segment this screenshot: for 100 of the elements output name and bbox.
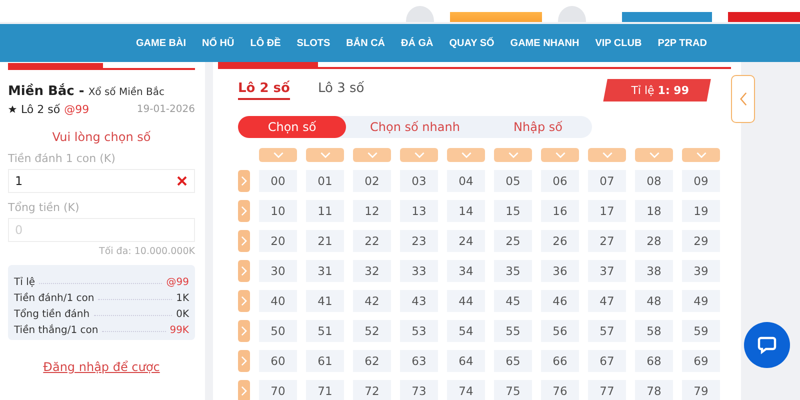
nav-link[interactable]: LÔ ĐỀ <box>250 38 281 48</box>
nav-link[interactable]: GAME BÀI <box>136 38 186 48</box>
number-cell[interactable]: 13 <box>400 200 438 222</box>
number-cell[interactable]: 69 <box>682 350 720 372</box>
row-select-button[interactable] <box>238 320 250 342</box>
tab[interactable]: Lô 3 số <box>318 80 364 100</box>
number-cell[interactable]: 18 <box>635 200 673 222</box>
number-cell[interactable]: 76 <box>541 380 579 400</box>
number-cell[interactable]: 49 <box>682 290 720 312</box>
number-cell[interactable]: 29 <box>682 230 720 252</box>
number-cell[interactable]: 32 <box>353 260 391 282</box>
column-select-button[interactable] <box>259 148 297 162</box>
clear-icon[interactable] <box>177 176 187 186</box>
stake-field[interactable]: 1 <box>8 169 195 193</box>
number-cell[interactable]: 50 <box>259 320 297 342</box>
number-cell[interactable]: 39 <box>682 260 720 282</box>
number-cell[interactable]: 31 <box>306 260 344 282</box>
number-cell[interactable]: 11 <box>306 200 344 222</box>
row-select-button[interactable] <box>238 200 250 222</box>
column-select-button[interactable] <box>541 148 579 162</box>
number-cell[interactable]: 59 <box>682 320 720 342</box>
number-cell[interactable]: 30 <box>259 260 297 282</box>
number-cell[interactable]: 53 <box>400 320 438 342</box>
mode-tab[interactable]: Chọn số <box>238 116 346 138</box>
number-cell[interactable]: 51 <box>306 320 344 342</box>
number-cell[interactable]: 64 <box>447 350 485 372</box>
number-cell[interactable]: 26 <box>541 230 579 252</box>
number-cell[interactable]: 33 <box>400 260 438 282</box>
number-cell[interactable]: 25 <box>494 230 532 252</box>
number-cell[interactable]: 16 <box>541 200 579 222</box>
number-cell[interactable]: 24 <box>447 230 485 252</box>
number-cell[interactable]: 07 <box>588 170 626 192</box>
number-cell[interactable]: 02 <box>353 170 391 192</box>
nav-link[interactable]: VIP CLUB <box>595 38 642 48</box>
number-cell[interactable]: 63 <box>400 350 438 372</box>
number-cell[interactable]: 10 <box>259 200 297 222</box>
tab[interactable]: Lô 2 số <box>238 80 290 100</box>
number-cell[interactable]: 60 <box>259 350 297 372</box>
number-cell[interactable]: 45 <box>494 290 532 312</box>
chat-button[interactable] <box>744 322 790 368</box>
number-cell[interactable]: 44 <box>447 290 485 312</box>
number-cell[interactable]: 28 <box>635 230 673 252</box>
mode-tab[interactable]: Nhập số <box>484 116 592 138</box>
number-cell[interactable]: 12 <box>353 200 391 222</box>
number-cell[interactable]: 55 <box>494 320 532 342</box>
number-cell[interactable]: 06 <box>541 170 579 192</box>
number-cell[interactable]: 61 <box>306 350 344 372</box>
number-cell[interactable]: 14 <box>447 200 485 222</box>
nav-link[interactable]: SLOTS <box>296 38 330 48</box>
number-cell[interactable]: 70 <box>259 380 297 400</box>
number-cell[interactable]: 03 <box>400 170 438 192</box>
number-cell[interactable]: 72 <box>353 380 391 400</box>
row-select-button[interactable] <box>238 350 250 372</box>
number-cell[interactable]: 78 <box>635 380 673 400</box>
number-cell[interactable]: 36 <box>541 260 579 282</box>
number-cell[interactable]: 08 <box>635 170 673 192</box>
row-select-button[interactable] <box>238 230 250 252</box>
number-cell[interactable]: 54 <box>447 320 485 342</box>
number-cell[interactable]: 67 <box>588 350 626 372</box>
number-cell[interactable]: 41 <box>306 290 344 312</box>
number-cell[interactable]: 74 <box>447 380 485 400</box>
number-cell[interactable]: 73 <box>400 380 438 400</box>
number-cell[interactable]: 42 <box>353 290 391 312</box>
number-cell[interactable]: 46 <box>541 290 579 312</box>
number-cell[interactable]: 66 <box>541 350 579 372</box>
number-cell[interactable]: 77 <box>588 380 626 400</box>
number-cell[interactable]: 75 <box>494 380 532 400</box>
number-cell[interactable]: 35 <box>494 260 532 282</box>
number-cell[interactable]: 09 <box>682 170 720 192</box>
number-cell[interactable]: 56 <box>541 320 579 342</box>
number-cell[interactable]: 68 <box>635 350 673 372</box>
number-cell[interactable]: 48 <box>635 290 673 312</box>
row-select-button[interactable] <box>238 260 250 282</box>
number-cell[interactable]: 04 <box>447 170 485 192</box>
nav-link[interactable]: BẮN CÁ <box>346 38 386 48</box>
login-link[interactable]: Đăng nhập để cược <box>43 360 160 374</box>
column-select-button[interactable] <box>306 148 344 162</box>
number-cell[interactable]: 38 <box>635 260 673 282</box>
number-cell[interactable]: 19 <box>682 200 720 222</box>
number-cell[interactable]: 52 <box>353 320 391 342</box>
column-select-button[interactable] <box>353 148 391 162</box>
number-cell[interactable]: 27 <box>588 230 626 252</box>
number-cell[interactable]: 57 <box>588 320 626 342</box>
number-cell[interactable]: 34 <box>447 260 485 282</box>
number-cell[interactable]: 40 <box>259 290 297 312</box>
number-cell[interactable]: 62 <box>353 350 391 372</box>
number-cell[interactable]: 65 <box>494 350 532 372</box>
row-select-button[interactable] <box>238 170 250 192</box>
collapse-button[interactable] <box>731 75 755 123</box>
column-select-button[interactable] <box>682 148 720 162</box>
mode-tab[interactable]: Chọn số nhanh <box>346 116 484 138</box>
number-cell[interactable]: 15 <box>494 200 532 222</box>
number-cell[interactable]: 22 <box>353 230 391 252</box>
nav-link[interactable]: P2P TRAD <box>658 38 707 48</box>
number-cell[interactable]: 47 <box>588 290 626 312</box>
number-cell[interactable]: 79 <box>682 380 720 400</box>
nav-link[interactable]: NỔ HŨ <box>202 38 234 48</box>
column-select-button[interactable] <box>588 148 626 162</box>
column-select-button[interactable] <box>494 148 532 162</box>
nav-link[interactable]: QUAY SỐ <box>449 38 494 48</box>
